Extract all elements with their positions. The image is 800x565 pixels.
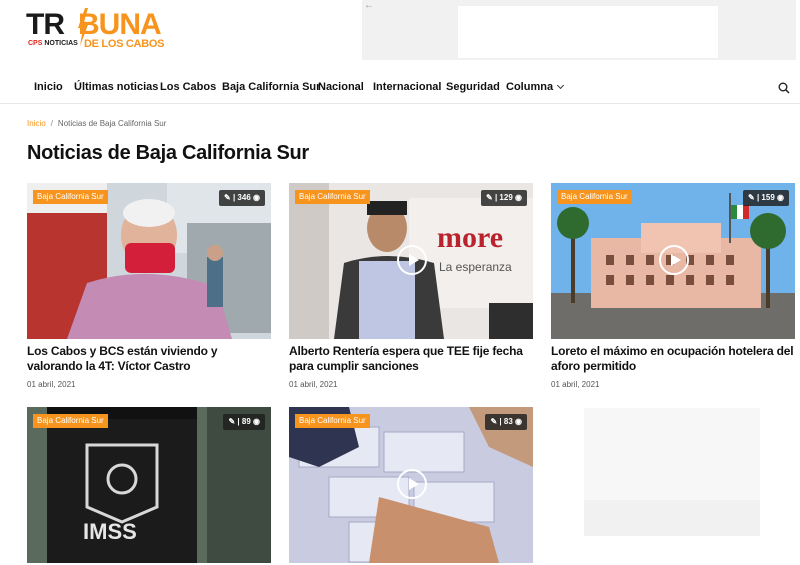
article-date: 01 abril, 2021 bbox=[289, 380, 338, 389]
view-count-badge: ✎ | 89 ◉ bbox=[223, 414, 265, 430]
logo-subtitle-noticias: CPS NOTICIAS bbox=[28, 40, 78, 47]
article-date: 01 abril, 2021 bbox=[551, 380, 600, 389]
sidebar-ad-footer[interactable] bbox=[584, 500, 760, 536]
nav-item-inicio[interactable]: Inicio bbox=[34, 81, 63, 93]
article-thumbnail[interactable]: Baja California Sur ✎ | 83 ◉ bbox=[289, 407, 533, 563]
chevron-down-icon bbox=[557, 81, 565, 90]
category-badge[interactable]: Baja California Sur bbox=[295, 414, 370, 428]
breadcrumb-home-link[interactable]: Inicio bbox=[27, 119, 46, 128]
main-navigation: Inicio Últimas noticias Los Cabos Baja C… bbox=[0, 72, 800, 104]
search-icon[interactable] bbox=[778, 82, 790, 94]
site-header: TR BUNA CPS NOTICIAS DE LOS CABOS ← bbox=[0, 0, 800, 72]
eye-icon: ◉ bbox=[515, 193, 522, 202]
article-thumbnail[interactable]: more La esperanza Baja California Sur ✎ … bbox=[289, 183, 533, 339]
eye-icon: ◉ bbox=[777, 193, 784, 202]
view-count-badge: ✎ | 129 ◉ bbox=[481, 190, 527, 206]
article-thumbnail[interactable]: IMSS Baja California Sur ✎ | 89 ◉ bbox=[27, 407, 271, 563]
svg-text:more: more bbox=[437, 221, 503, 254]
play-icon[interactable] bbox=[659, 245, 689, 275]
play-icon[interactable] bbox=[397, 469, 427, 499]
nav-item-columna[interactable]: Columna bbox=[506, 81, 565, 93]
nav-item-ultimas-noticias[interactable]: Últimas noticias bbox=[74, 81, 158, 93]
view-count-badge: ✎ | 346 ◉ bbox=[219, 190, 265, 206]
nav-item-columna-label: Columna bbox=[506, 81, 554, 93]
site-logo[interactable]: TR BUNA CPS NOTICIAS DE LOS CABOS bbox=[26, 8, 186, 54]
article-title[interactable]: Loreto el máximo en ocupación hotelera d… bbox=[551, 344, 795, 374]
header-ad-content[interactable] bbox=[458, 6, 718, 58]
category-badge[interactable]: Baja California Sur bbox=[33, 414, 108, 428]
breadcrumb: Inicio / Noticias de Baja California Sur bbox=[27, 119, 166, 128]
nav-item-seguridad[interactable]: Seguridad bbox=[446, 81, 500, 93]
edit-icon: ✎ bbox=[224, 193, 231, 202]
eye-icon: ◉ bbox=[515, 417, 522, 426]
eye-icon: ◉ bbox=[253, 193, 260, 202]
category-badge[interactable]: Baja California Sur bbox=[295, 190, 370, 204]
edit-icon: ✎ bbox=[748, 193, 755, 202]
breadcrumb-separator: / bbox=[50, 119, 53, 128]
svg-text:IMSS: IMSS bbox=[83, 519, 137, 544]
eye-icon: ◉ bbox=[253, 417, 260, 426]
article-image: IMSS bbox=[27, 407, 271, 563]
nav-item-baja-california-sur[interactable]: Baja California Sur bbox=[222, 81, 320, 93]
category-badge[interactable]: Baja California Sur bbox=[33, 190, 108, 204]
article-title[interactable]: Los Cabos y BCS están viviendo y valoran… bbox=[27, 344, 271, 374]
article-image bbox=[27, 183, 271, 339]
view-count-badge: ✎ | 83 ◉ bbox=[485, 414, 527, 430]
article-thumbnail[interactable]: Baja California Sur ✎ | 346 ◉ bbox=[27, 183, 271, 339]
nav-item-internacional[interactable]: Internacional bbox=[373, 81, 441, 93]
article-date: 01 abril, 2021 bbox=[27, 380, 76, 389]
logo-subtitle-cabos: DE LOS CABOS bbox=[84, 38, 165, 50]
ad-arrow-icon[interactable]: ← bbox=[364, 0, 374, 11]
edit-icon: ✎ bbox=[228, 417, 236, 426]
edit-icon: ✎ bbox=[486, 193, 493, 202]
edit-icon: ✎ bbox=[490, 417, 498, 426]
page-title: Noticias de Baja California Sur bbox=[27, 142, 309, 164]
breadcrumb-current: Noticias de Baja California Sur bbox=[57, 119, 167, 128]
play-icon[interactable] bbox=[397, 245, 427, 275]
article-title[interactable]: Alberto Rentería espera que TEE fije fec… bbox=[289, 344, 533, 374]
view-count-badge: ✎ | 159 ◉ bbox=[743, 190, 789, 206]
nav-item-los-cabos[interactable]: Los Cabos bbox=[160, 81, 216, 93]
svg-text:La esperanza: La esperanza bbox=[439, 260, 512, 274]
article-thumbnail[interactable]: Baja California Sur ✎ | 159 ◉ bbox=[551, 183, 795, 339]
category-badge[interactable]: Baja California Sur bbox=[557, 190, 632, 204]
nav-item-nacional[interactable]: Nacional bbox=[318, 81, 364, 93]
logo-wordmark: TR BUNA bbox=[26, 8, 162, 41]
